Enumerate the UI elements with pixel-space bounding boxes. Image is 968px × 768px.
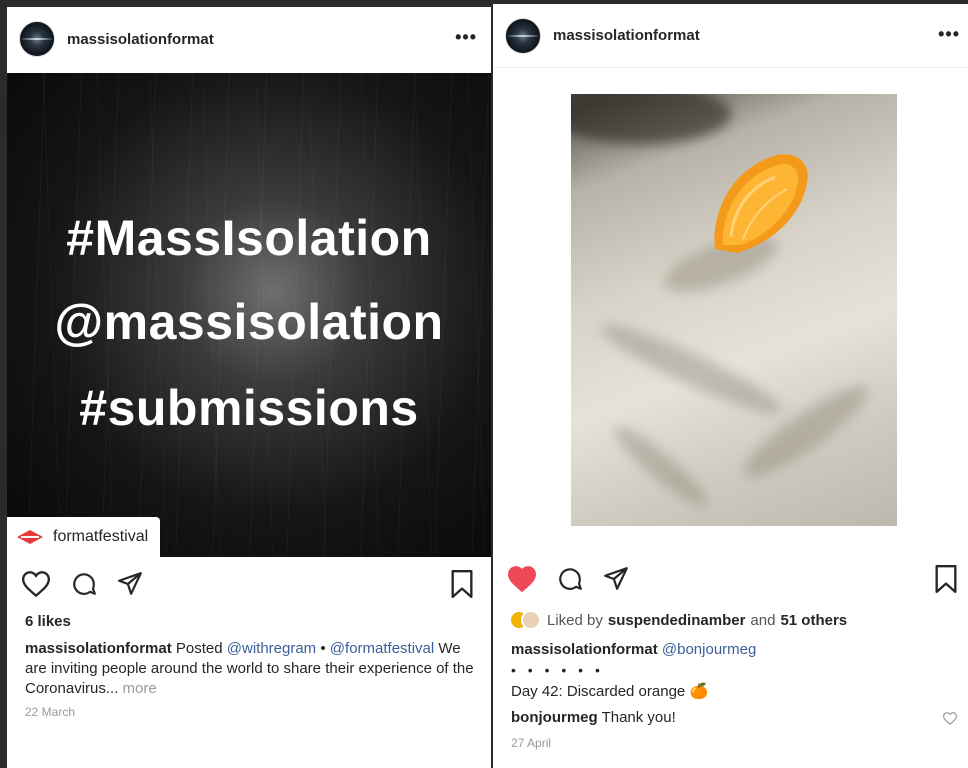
mention-formatfestival[interactable]: @formatfestival xyxy=(330,640,434,657)
caption-username[interactable]: massisolationformat xyxy=(511,641,658,658)
more-link[interactable]: more xyxy=(123,680,157,697)
left-actions-bar xyxy=(7,569,491,609)
left-avatar[interactable] xyxy=(19,21,55,57)
liker-avatar[interactable] xyxy=(521,610,541,630)
cloth-shadow xyxy=(571,94,731,144)
image-line-1: #MassIsolation xyxy=(66,210,432,266)
left-post: massisolationformat ••• #MassIsolation @… xyxy=(7,7,491,768)
caption-bullets: • • • • • • xyxy=(511,662,604,678)
right-post-date: 27 April xyxy=(511,736,552,750)
liked-by-user[interactable]: suspendedinamber xyxy=(608,612,746,629)
cloth-shadow xyxy=(607,418,715,515)
right-username[interactable]: massisolationformat xyxy=(553,27,700,44)
left-post-header: massisolationformat ••• xyxy=(7,7,491,71)
left-post-date: 22 March xyxy=(25,705,76,719)
share-send-icon[interactable] xyxy=(601,564,631,594)
liked-by-prefix: Liked by xyxy=(547,611,603,629)
caption-posted: Posted xyxy=(175,640,223,657)
right-avatar[interactable] xyxy=(505,17,541,54)
liked-by-and: and xyxy=(750,611,776,629)
caption-username[interactable]: massisolationformat xyxy=(25,640,172,657)
caption-bullet: • xyxy=(320,640,326,657)
save-bookmark-icon[interactable] xyxy=(931,564,961,594)
liked-by-row: Liked by suspendedinamber and 51 others xyxy=(509,610,847,630)
mention-withregram[interactable]: @withregram xyxy=(227,640,316,657)
cloth-shadow xyxy=(594,313,788,425)
share-send-icon[interactable] xyxy=(115,569,145,599)
left-username[interactable]: massisolationformat xyxy=(67,31,214,48)
right-post-header: massisolationformat ••• xyxy=(493,4,968,68)
format-logo-icon xyxy=(17,530,43,544)
left-post-image[interactable]: #MassIsolation @massisolation #submissio… xyxy=(7,73,491,557)
right-caption: massisolationformat @bonjourmeg xyxy=(511,640,756,660)
caption-text: Day 42: Discarded orange 🍊 xyxy=(511,682,708,702)
tag-label[interactable]: formatfestival xyxy=(7,517,161,557)
comment-like-heart-icon[interactable] xyxy=(942,712,958,730)
comment-icon[interactable] xyxy=(69,569,99,599)
orange-slice-icon xyxy=(714,154,808,253)
tag-username: formatfestival xyxy=(53,528,149,545)
right-more-options-icon[interactable]: ••• xyxy=(938,24,960,45)
comment-icon[interactable] xyxy=(555,564,585,594)
image-line-2: @massisolation xyxy=(54,294,444,350)
comment-text: Thank you! xyxy=(601,709,676,726)
likes-count[interactable]: 6 likes xyxy=(25,613,71,630)
right-post-image[interactable] xyxy=(571,94,897,526)
comment-username[interactable]: bonjourmeg xyxy=(511,709,598,726)
orange-emoji-icon: 🍊 xyxy=(689,683,709,700)
liked-by-others[interactable]: 51 others xyxy=(780,612,847,629)
image-line-3: #submissions xyxy=(79,380,419,436)
left-caption: massisolationformat Posted @withregram •… xyxy=(25,639,485,699)
right-actions-bar xyxy=(493,564,968,604)
save-bookmark-icon[interactable] xyxy=(447,569,477,599)
left-more-options-icon[interactable]: ••• xyxy=(455,27,477,48)
right-post: massisolationformat ••• Liked by suspend… xyxy=(493,4,968,768)
caption-text-content: Day 42: Discarded orange xyxy=(511,683,686,700)
mention-bonjourmeg[interactable]: @bonjourmeg xyxy=(662,641,756,658)
liked-heart-icon[interactable] xyxy=(507,564,537,594)
like-heart-icon[interactable] xyxy=(21,569,51,599)
comment-row: bonjourmeg Thank you! xyxy=(511,708,676,728)
